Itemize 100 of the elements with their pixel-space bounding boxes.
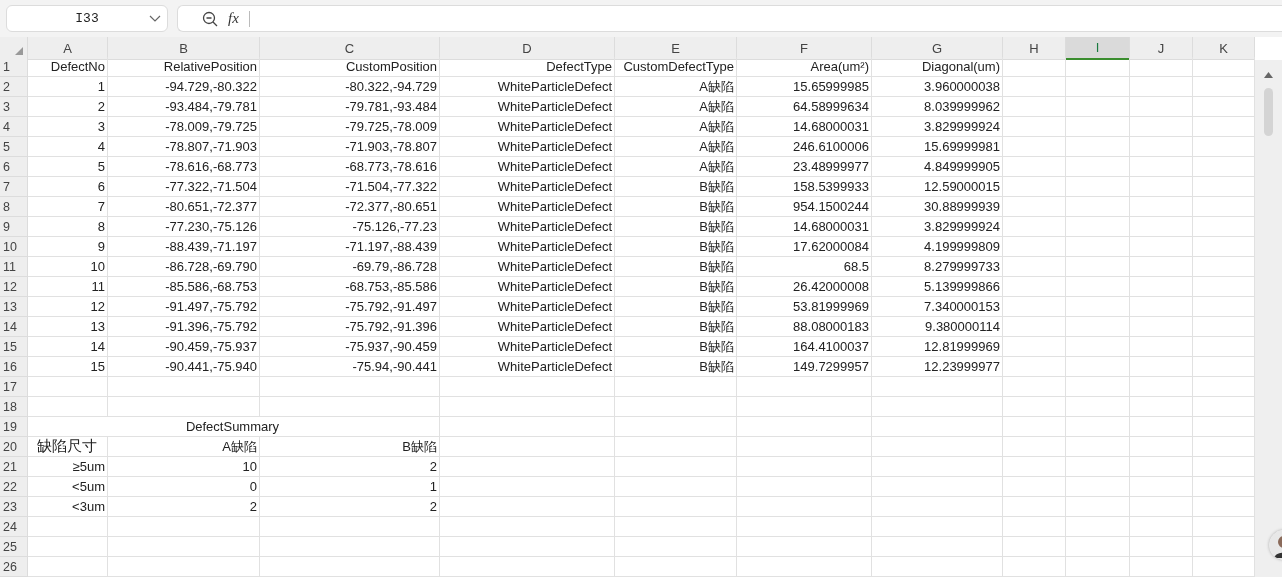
formula-bar[interactable]: fx <box>177 5 1282 32</box>
row-header[interactable]: 2 <box>0 77 28 97</box>
row-header[interactable]: 12 <box>0 277 28 297</box>
vertical-scrollbar[interactable] <box>1255 60 1282 577</box>
column-header[interactable]: C <box>260 37 440 60</box>
table-cell: -90.441,-75.940 <box>108 357 260 377</box>
column-header[interactable]: B <box>108 37 260 60</box>
column-header[interactable]: D <box>440 37 615 60</box>
table-cell <box>1066 237 1130 257</box>
table-cell <box>1130 517 1193 537</box>
table-cell <box>1066 137 1130 157</box>
table-cell: 9.380000114 <box>872 317 1003 337</box>
row-header[interactable]: 21 <box>0 457 28 477</box>
table-cell: B缺陷 <box>615 357 737 377</box>
table-cell: -88.439,-71.197 <box>108 237 260 257</box>
column-header[interactable]: G <box>872 37 1003 60</box>
row-header[interactable]: 5 <box>0 137 28 157</box>
table-cell: WhiteParticleDefect <box>440 117 615 137</box>
table-cell: 14.68000031 <box>737 217 872 237</box>
table-cell <box>1066 177 1130 197</box>
table-cell <box>1003 457 1066 477</box>
table-cell: 9 <box>28 237 108 257</box>
row-header[interactable]: 23 <box>0 497 28 517</box>
row-header[interactable]: 17 <box>0 377 28 397</box>
table-cell: -79.725,-78.009 <box>260 117 440 137</box>
row-header[interactable]: 10 <box>0 237 28 257</box>
row-header[interactable]: 7 <box>0 177 28 197</box>
row-header[interactable]: 24 <box>0 517 28 537</box>
row-header[interactable]: 1 <box>0 57 28 77</box>
table-cell: -91.396,-75.792 <box>108 317 260 337</box>
row-header[interactable]: 14 <box>0 317 28 337</box>
name-box[interactable]: I33 <box>6 5 168 32</box>
table-cell: -91.497,-75.792 <box>108 297 260 317</box>
row-header[interactable]: 4 <box>0 117 28 137</box>
table-cell: -80.322,-94.729 <box>260 77 440 97</box>
table-cell <box>1066 377 1130 397</box>
table-cell <box>1130 457 1193 477</box>
table-cell: -90.459,-75.937 <box>108 337 260 357</box>
table-cell: 158.5399933 <box>737 177 872 197</box>
table-cell: <5um <box>28 477 108 497</box>
column-header[interactable]: J <box>1130 37 1193 60</box>
zoom-out-icon[interactable] <box>202 10 218 27</box>
column-header[interactable]: E <box>615 37 737 60</box>
table-cell <box>1003 117 1066 137</box>
table-cell: -86.728,-69.790 <box>108 257 260 277</box>
row-header[interactable]: 15 <box>0 337 28 357</box>
table-cell: 8 <box>28 217 108 237</box>
fx-label[interactable]: fx <box>228 10 239 27</box>
table-cell: -80.651,-72.377 <box>108 197 260 217</box>
table-cell <box>1003 437 1066 457</box>
table-cell: -78.807,-71.903 <box>108 137 260 157</box>
table-cell <box>1003 497 1066 517</box>
table-cell: 2 <box>28 97 108 117</box>
table-cell: WhiteParticleDefect <box>440 97 615 117</box>
table-cell: 30.88999939 <box>872 197 1003 217</box>
table-cell: -71.504,-77.322 <box>260 177 440 197</box>
column-header[interactable]: H <box>1003 37 1066 60</box>
column-header[interactable]: F <box>737 37 872 60</box>
table-cell: WhiteParticleDefect <box>440 77 615 97</box>
table-cell: 13 <box>28 317 108 337</box>
table-cell <box>1130 177 1193 197</box>
row-header[interactable]: 8 <box>0 197 28 217</box>
column-header[interactable]: I <box>1066 37 1130 60</box>
chevron-down-icon[interactable] <box>149 15 161 23</box>
scroll-up-icon[interactable] <box>1264 72 1273 78</box>
table-cell: A缺陷 <box>615 137 737 157</box>
column-header[interactable]: K <box>1193 37 1255 60</box>
table-cell: 64.58999634 <box>737 97 872 117</box>
table-cell: 17.62000084 <box>737 237 872 257</box>
row-header[interactable]: 9 <box>0 217 28 237</box>
table-cell <box>1130 237 1193 257</box>
row-header[interactable]: 25 <box>0 537 28 557</box>
table-cell: -71.197,-88.439 <box>260 237 440 257</box>
row-header[interactable]: 19 <box>0 417 28 437</box>
table-cell: B缺陷 <box>615 177 737 197</box>
row-header[interactable]: 18 <box>0 397 28 417</box>
row-header[interactable]: 22 <box>0 477 28 497</box>
row-header[interactable]: 13 <box>0 297 28 317</box>
column-header[interactable]: A <box>28 37 108 60</box>
row-header[interactable]: 16 <box>0 357 28 377</box>
table-cell: 3.829999924 <box>872 217 1003 237</box>
scroll-thumb[interactable] <box>1264 88 1273 136</box>
table-cell <box>1066 197 1130 217</box>
table-cell <box>1066 437 1130 457</box>
table-cell <box>1130 317 1193 337</box>
row-header[interactable]: 26 <box>0 557 28 577</box>
table-cell <box>1130 417 1193 437</box>
row-header[interactable]: 11 <box>0 257 28 277</box>
table-cell: 149.7299957 <box>737 357 872 377</box>
table-cell: WhiteParticleDefect <box>440 257 615 277</box>
table-cell: B缺陷 <box>615 297 737 317</box>
table-cell: -75.126,-77.23 <box>260 217 440 237</box>
row-header[interactable]: 6 <box>0 157 28 177</box>
table-cell: WhiteParticleDefect <box>440 317 615 337</box>
table-cell <box>1130 137 1193 157</box>
table-cell: -85.586,-68.753 <box>108 277 260 297</box>
table-cell <box>1003 317 1066 337</box>
row-header[interactable]: 20 <box>0 437 28 457</box>
table-cell <box>1003 197 1066 217</box>
row-header[interactable]: 3 <box>0 97 28 117</box>
